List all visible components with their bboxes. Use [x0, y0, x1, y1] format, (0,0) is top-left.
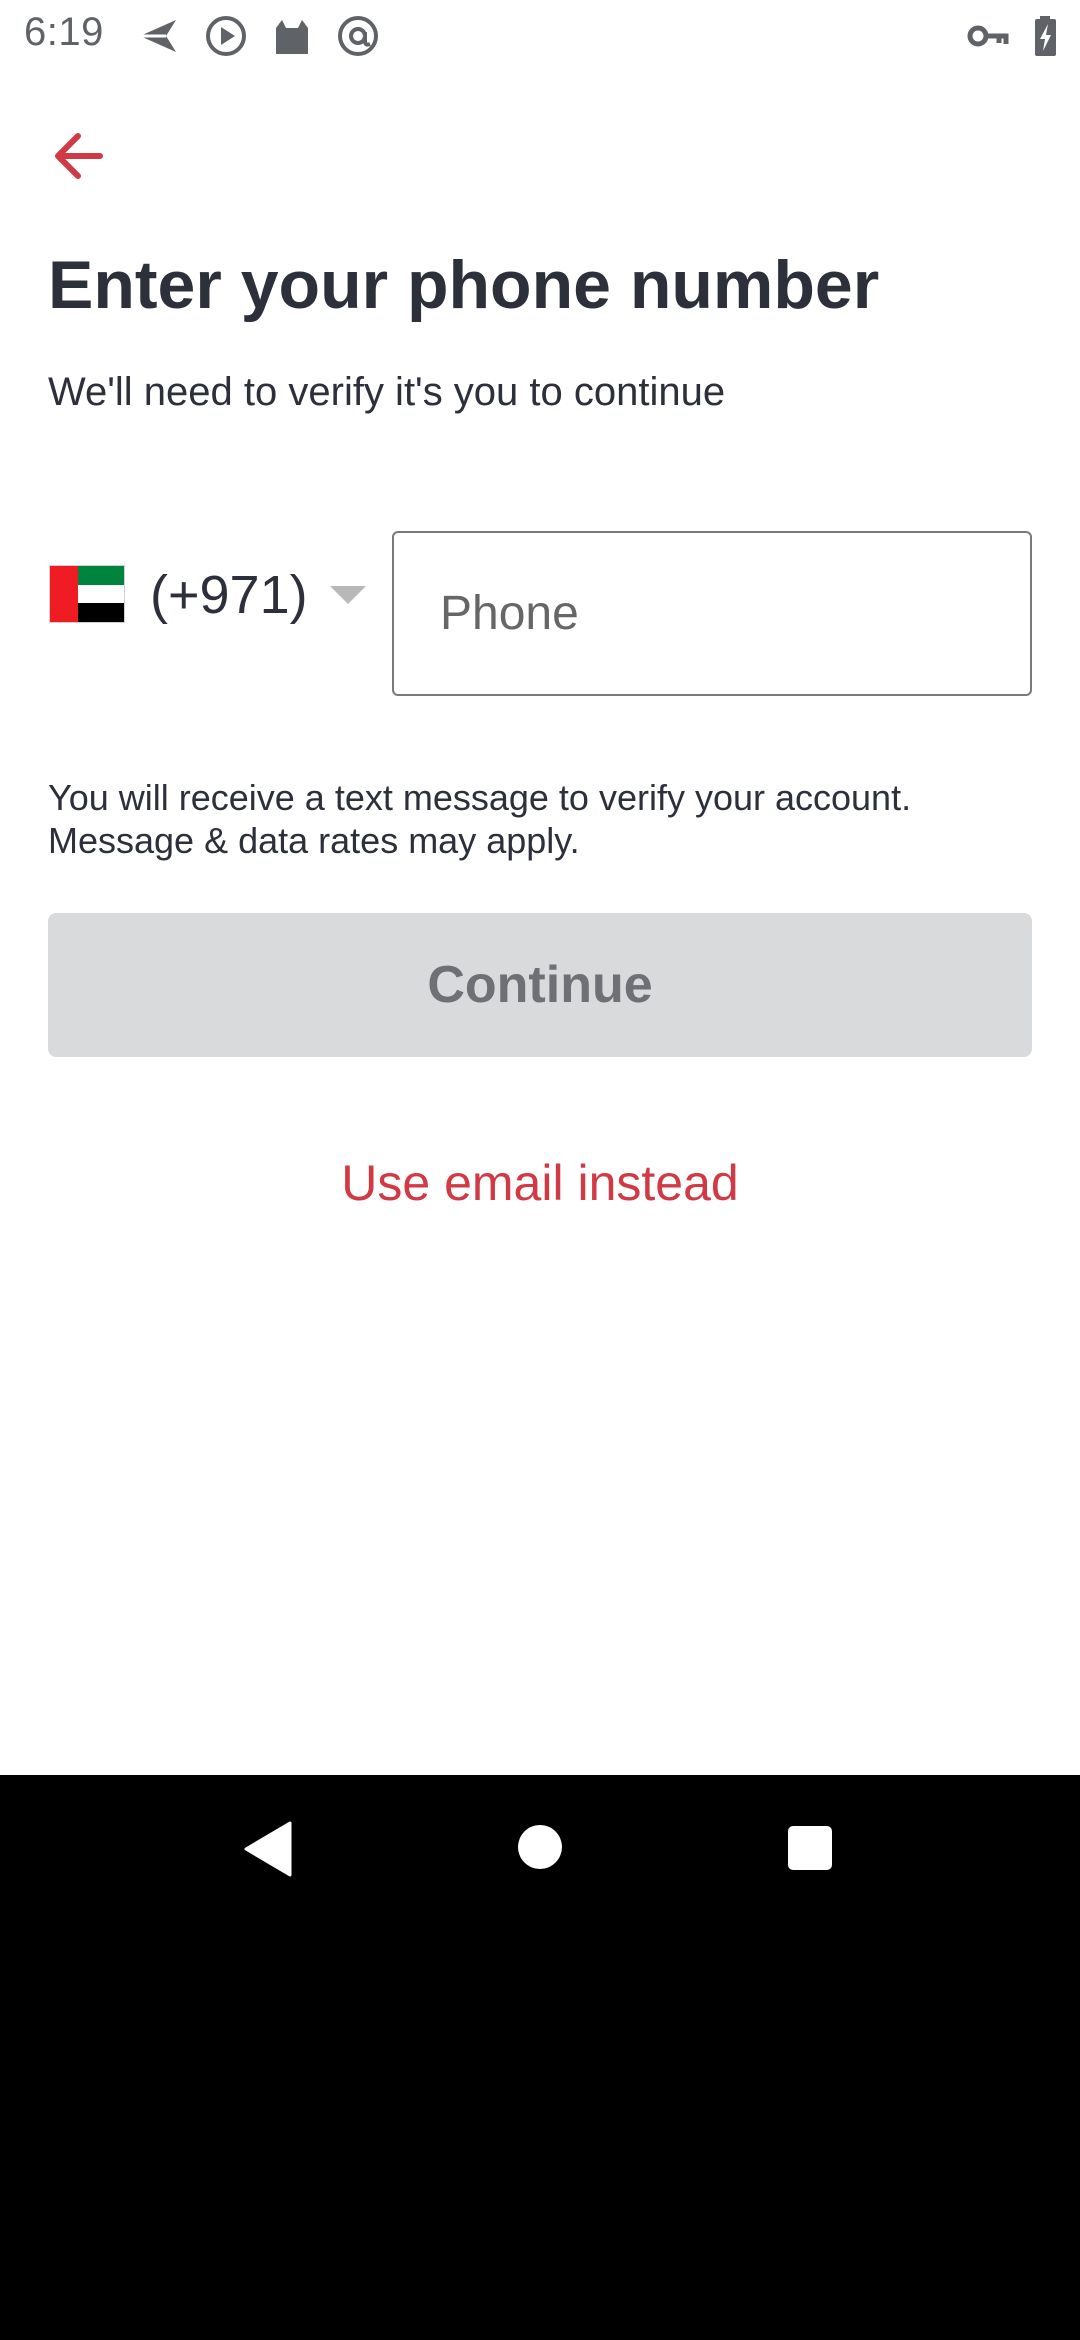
phone-input[interactable]	[392, 531, 1032, 696]
arrow-left-icon	[55, 133, 103, 179]
at-sign-icon	[338, 16, 378, 56]
key-icon	[967, 25, 1009, 47]
status-bar: 6:19	[0, 0, 1080, 72]
phone-entry-screen: 6:19 Enter your phone number We'll need …	[0, 0, 1080, 2340]
country-code-label: (+971)	[150, 565, 308, 625]
nav-recents-icon[interactable]	[788, 1826, 832, 1870]
nav-back-icon[interactable]	[242, 1821, 292, 1877]
country-code-selector[interactable]: (+971)	[48, 560, 378, 632]
cat-icon	[276, 20, 308, 54]
system-navigation-bar	[0, 1775, 1080, 2340]
nav-home-icon[interactable]	[518, 1825, 562, 1869]
sms-info-line-2: Message & data rates may apply.	[48, 820, 580, 861]
send-icon	[140, 20, 176, 52]
sms-info-line-1: You will receive a text message to verif…	[48, 777, 912, 818]
continue-button[interactable]: Continue	[48, 913, 1032, 1057]
sms-info-text: You will receive a text message to verif…	[48, 776, 1038, 862]
back-button[interactable]	[44, 116, 124, 196]
play-icon	[206, 16, 246, 56]
page-title: Enter your phone number	[48, 247, 880, 323]
use-email-instead-link[interactable]: Use email instead	[0, 1154, 1080, 1212]
status-time: 6:19	[24, 10, 104, 54]
page-subtitle: We'll need to verify it's you to continu…	[48, 370, 726, 414]
uae-flag-icon	[50, 566, 124, 622]
battery-charging-icon	[1035, 16, 1056, 56]
caret-down-icon	[330, 586, 366, 604]
